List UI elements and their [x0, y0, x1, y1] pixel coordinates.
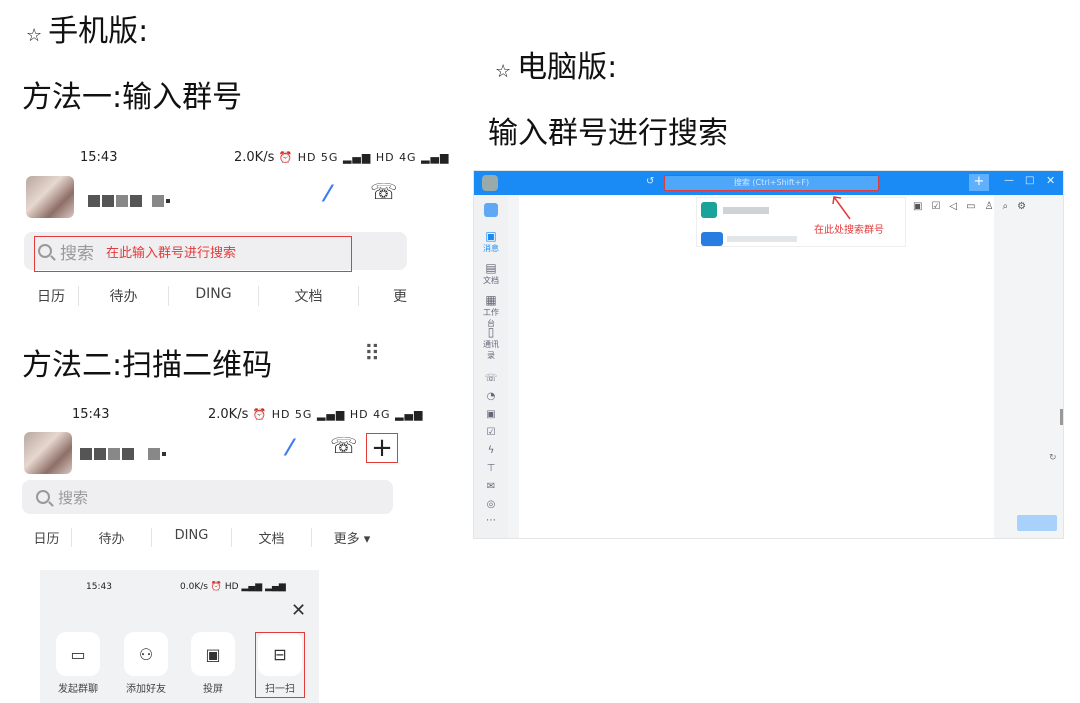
quick-tabs: 日历 待办 DING 文档 更 — [24, 286, 407, 306]
add-button[interactable]: + — [366, 433, 398, 463]
gear-icon[interactable]: ⚙ — [1017, 201, 1026, 212]
status-time: 15:43 — [72, 407, 110, 422]
phone-icon[interactable]: ☏ — [482, 373, 500, 384]
add-friend-icon: ⚇ — [138, 644, 154, 664]
avatar[interactable] — [482, 175, 498, 191]
method2-title: 方法二:扫描二维码 — [22, 348, 273, 383]
search-chat-icon[interactable]: ⌕ — [1003, 201, 1009, 212]
status-time: 15:43 — [80, 150, 118, 165]
highlight-box — [34, 236, 352, 272]
method1-title: 方法一:输入群号 — [22, 80, 243, 115]
close-icon[interactable]: ✕ — [1046, 174, 1055, 187]
tab-ding[interactable]: DING — [152, 528, 232, 547]
tab-docs[interactable]: 文档 — [259, 286, 359, 306]
sidebar-item-contacts[interactable]: ▯ 通讯录 — [482, 325, 500, 361]
result-avatar[interactable] — [701, 202, 717, 218]
tab-todo[interactable]: 待办 — [79, 286, 169, 306]
scrollbar[interactable] — [1060, 409, 1063, 425]
ding-icon[interactable]: ϟ — [482, 445, 500, 456]
send-button[interactable] — [1017, 515, 1057, 531]
search-input[interactable]: 搜索 — [22, 480, 393, 514]
star-icon: ☆ — [26, 25, 43, 46]
maximize-icon[interactable]: □ — [1025, 175, 1034, 186]
desktop-sidebar: ▣ 消息 ▤ 文档 ▦ 工作台 ▯ 通讯录 ☏ ◔ ▣ ☑ ϟ ⊤ ✉ ◎ ⋯ — [474, 195, 508, 538]
desktop-search-input[interactable]: 搜索 (Ctrl+Shift+F) — [664, 175, 879, 191]
more-icon[interactable]: ⋯ — [482, 515, 500, 526]
annotation-text: 在此处搜索群号 — [814, 225, 884, 236]
title-bar: ↺ 搜索 (Ctrl+Shift+F) + — □ ✕ — [474, 171, 1063, 195]
redacted-username — [80, 448, 166, 460]
sidebar-item-workbench[interactable]: ▦ 工作台 — [482, 293, 500, 329]
status-speed: 2.0K/s ⏰ HD 5G ▂▄▆ HD 4G ▂▄▆ — [234, 150, 450, 165]
task-icon[interactable]: ☑ — [931, 201, 940, 212]
desktop-section-title: ☆ 电脑版: — [495, 50, 618, 85]
redacted-result — [723, 207, 769, 214]
add-friend-button[interactable]: ⚇ — [124, 632, 168, 676]
tab-docs[interactable]: 文档 — [232, 528, 312, 547]
add-button[interactable]: + — [969, 174, 989, 191]
todo-icon[interactable]: ☑ — [482, 427, 500, 438]
quick-tabs: 日历 待办 DING 文档 更多 ▾ — [22, 528, 393, 547]
action-panel: 15:43 0.0K/s ⏰ HD ▂▄▆ ▂▄▆ ✕ ▭ 发起群聊 ⚇ 添加好… — [40, 570, 319, 703]
tab-more[interactable]: 更多 ▾ — [312, 528, 392, 547]
settings-icon[interactable]: ◎ — [482, 499, 500, 510]
tab-todo[interactable]: 待办 — [72, 528, 152, 547]
member-icon[interactable]: ♙ — [985, 201, 994, 212]
annotation-arrow — [832, 196, 851, 220]
tab-calendar[interactable]: 日历 — [22, 528, 72, 547]
calendar-icon[interactable]: ▣ — [482, 409, 500, 420]
screen-cast-button[interactable]: ▣ — [191, 632, 235, 676]
tab-ding[interactable]: DING — [169, 286, 259, 306]
avatar[interactable] — [24, 432, 72, 474]
close-icon[interactable]: ✕ — [291, 600, 306, 621]
refresh-icon[interactable]: ↻ — [1049, 453, 1057, 463]
tab-more[interactable]: 更 — [359, 286, 407, 306]
history-icon[interactable]: ↺ — [646, 176, 654, 187]
status-time: 15:43 — [86, 582, 112, 592]
phone-call-icon[interactable]: ☏ — [330, 434, 358, 459]
folder-icon[interactable]: ▭ — [966, 201, 975, 212]
org-icon[interactable]: ⊤ — [482, 463, 500, 474]
status-speed: 2.0K/s ⏰ HD 5G ▂▄▆ HD 4G ▂▄▆ — [208, 407, 424, 422]
workspace-icon[interactable] — [484, 203, 498, 217]
ai-wand-icon[interactable]: ⁄ — [326, 182, 330, 207]
phone-call-icon[interactable]: ☏ — [370, 180, 398, 205]
highlight-box — [255, 632, 305, 698]
desktop-app-screenshot: ↺ 搜索 (Ctrl+Shift+F) + — □ ✕ ▣ 消息 ▤ 文档 ▦ 工作台… — [473, 170, 1064, 539]
sidebar-item-messages[interactable]: ▣ 消息 — [482, 229, 500, 254]
status-speed: 0.0K/s ⏰ HD ▂▄▆ ▂▄▆ — [180, 582, 286, 592]
search-icon — [36, 490, 50, 504]
redacted-username — [88, 195, 170, 207]
desktop-subtitle: 输入群号进行搜索 — [488, 116, 728, 151]
avatar[interactable] — [26, 176, 74, 218]
video-icon[interactable]: ▣ — [913, 201, 922, 212]
sidebar-item-docs[interactable]: ▤ 文档 — [482, 261, 500, 286]
grid-dots-icon: ⠿ — [364, 342, 381, 367]
minimize-icon[interactable]: — — [1004, 175, 1014, 186]
star-icon: ☆ — [495, 61, 512, 82]
start-group-chat-button[interactable]: ▭ — [56, 632, 100, 676]
mobile-section-title: ☆ 手机版: — [26, 14, 149, 49]
speaker-icon[interactable]: ◁ — [949, 201, 957, 212]
redacted-result — [727, 236, 797, 242]
screen-cast-icon: ▣ — [205, 644, 221, 664]
ai-wand-icon[interactable]: ⁄ — [288, 436, 292, 461]
chat-toolbar: ▣ ☑ ◁ ▭ ♙ ⌕ ⚙ — [904, 201, 1026, 212]
mail-icon[interactable]: ✉ — [482, 481, 500, 492]
cloud-icon[interactable]: ◔ — [482, 391, 500, 402]
chat-icon: ▭ — [70, 644, 86, 664]
tab-calendar[interactable]: 日历 — [24, 286, 79, 306]
result-avatar[interactable] — [701, 232, 723, 246]
